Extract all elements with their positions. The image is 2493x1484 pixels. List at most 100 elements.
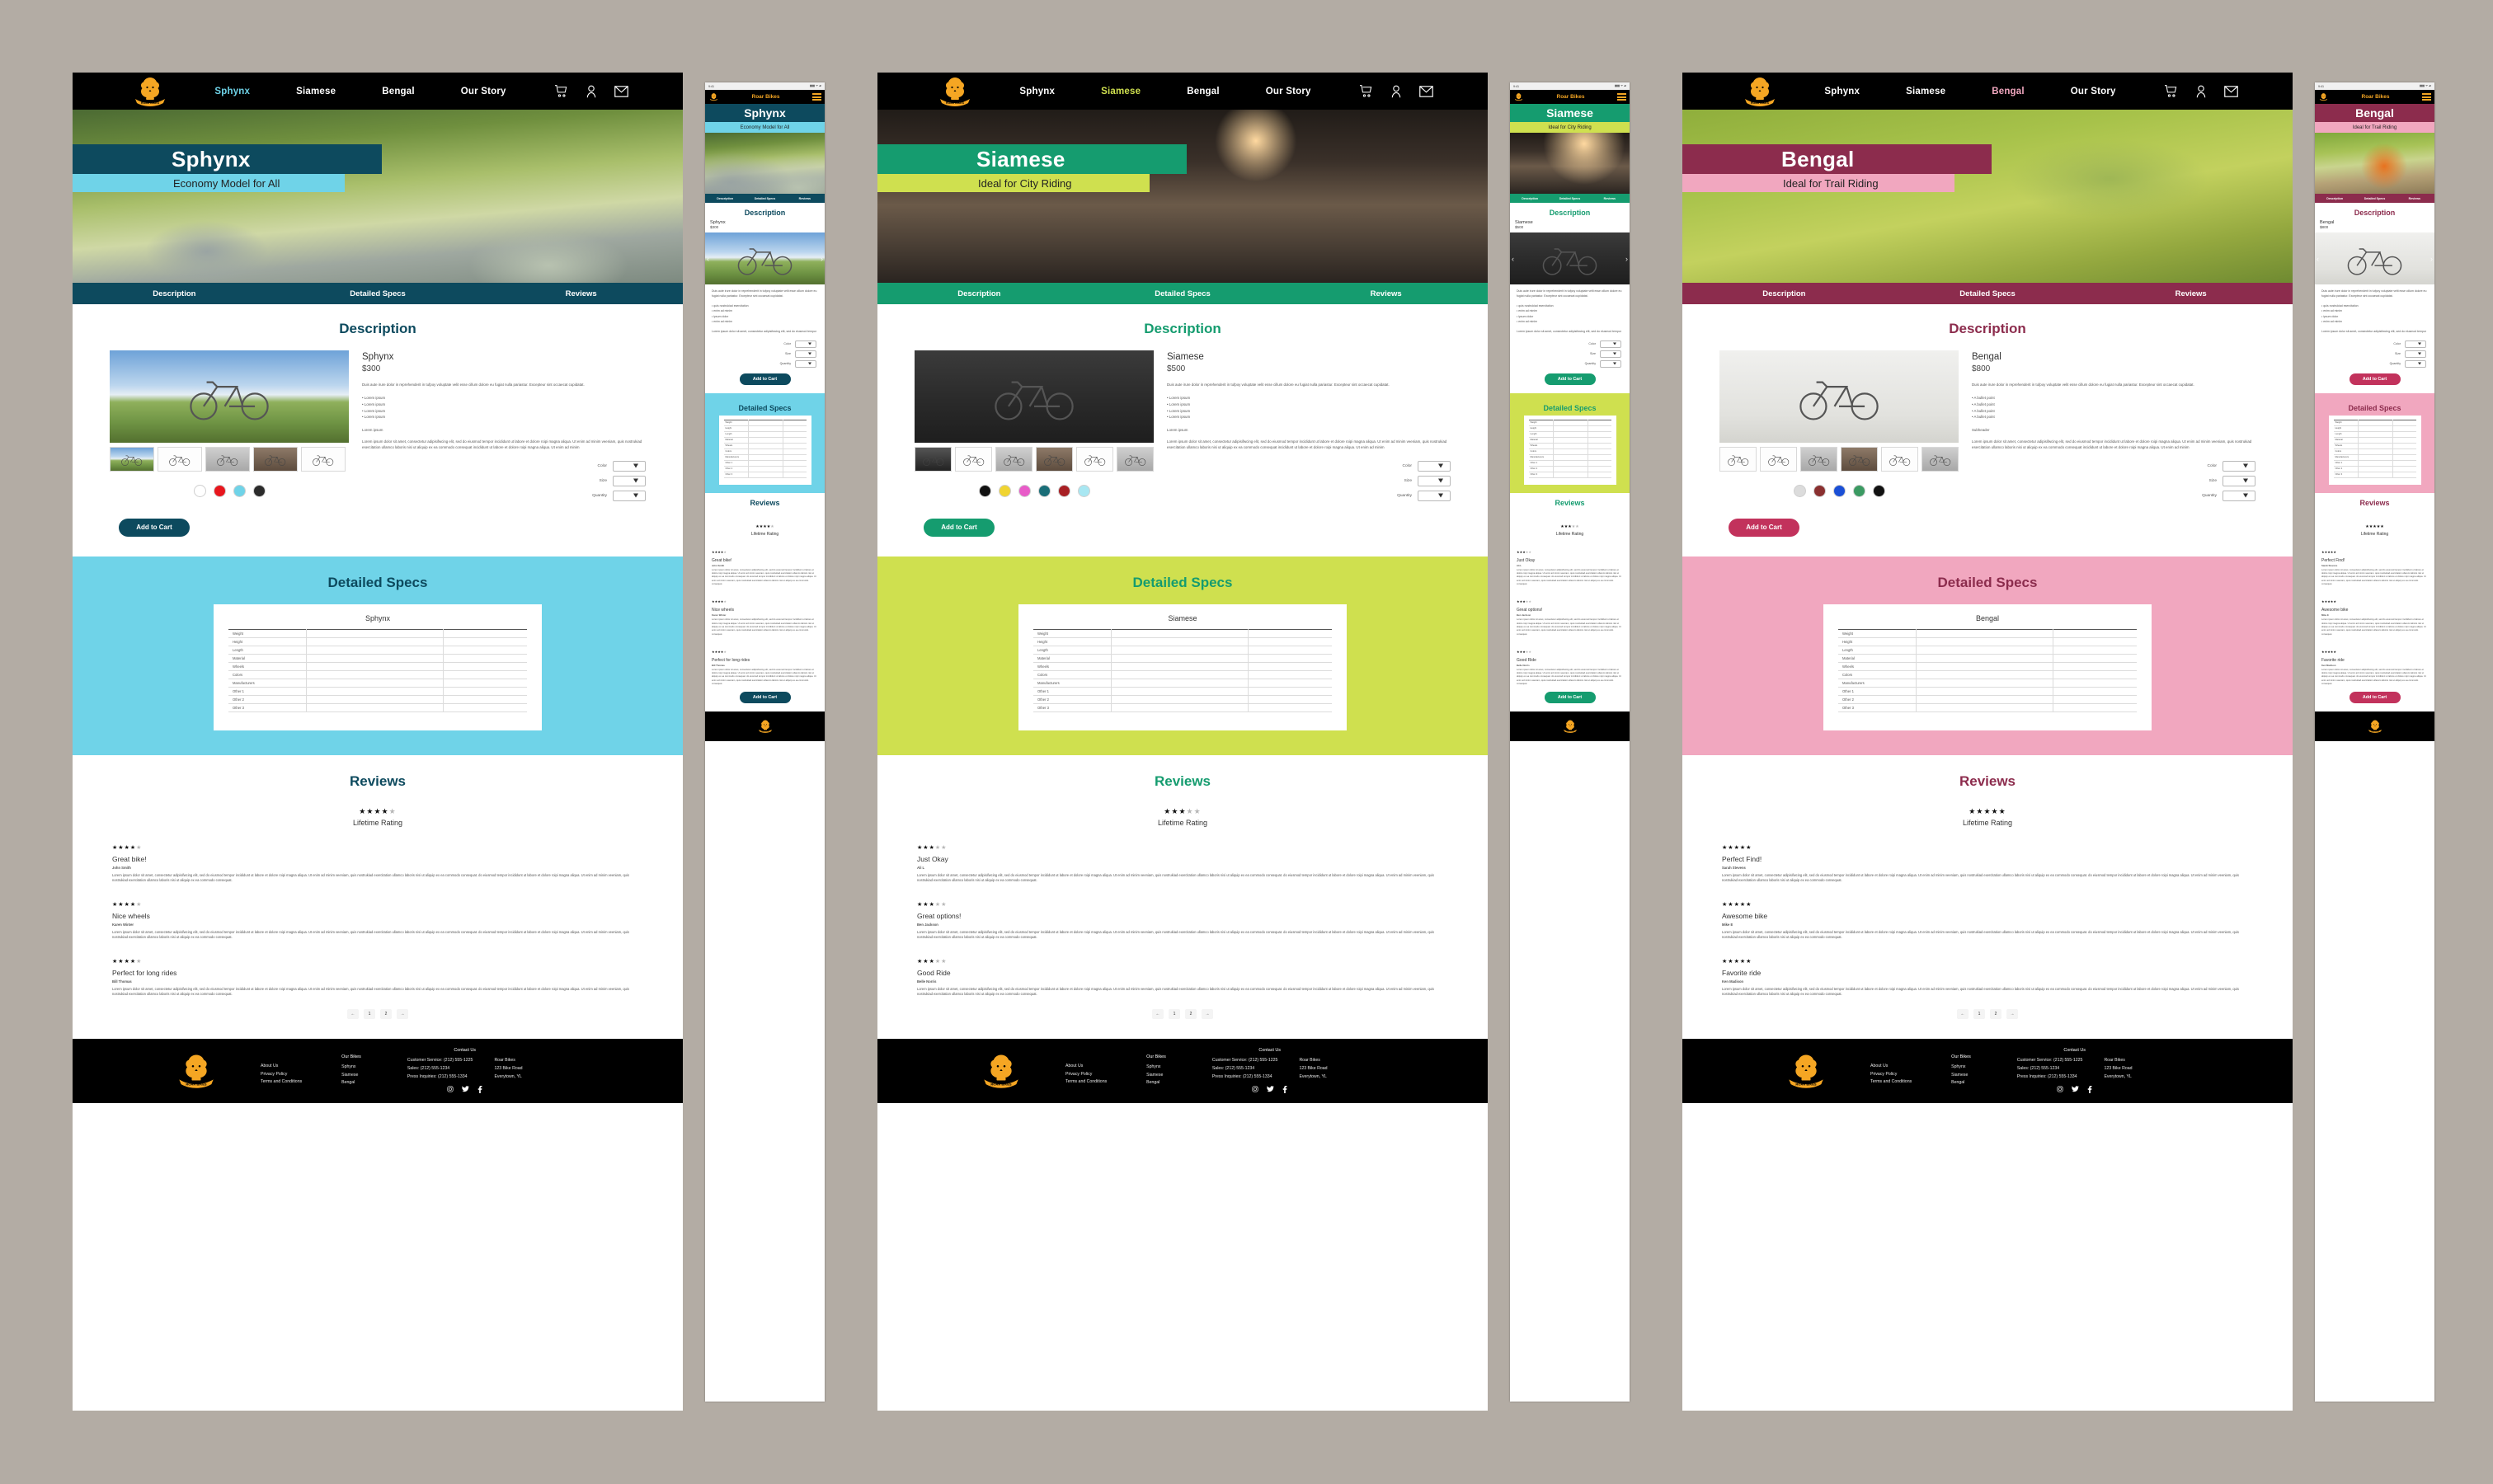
gallery-thumbnail[interactable] bbox=[1719, 447, 1757, 472]
nav-link-our-story[interactable]: Our Story bbox=[2048, 87, 2139, 96]
instagram-icon[interactable] bbox=[2057, 1086, 2063, 1092]
gallery-thumbnail[interactable] bbox=[915, 447, 952, 472]
color-swatch[interactable] bbox=[213, 485, 226, 497]
gallery-thumbnail[interactable] bbox=[158, 447, 202, 472]
nav-link-sphynx[interactable]: Sphynx bbox=[1801, 87, 1883, 96]
brand-logo[interactable]: ROAR BIKES bbox=[932, 75, 978, 108]
mobile-brand-logo[interactable]: ROAR BIKES bbox=[2318, 92, 2329, 102]
add-to-cart-button[interactable]: Add to Cart bbox=[119, 518, 190, 537]
mobile-tab-description[interactable]: Description bbox=[2315, 194, 2354, 203]
gallery-thumbnail[interactable] bbox=[1921, 447, 1959, 472]
color-swatch[interactable] bbox=[193, 485, 206, 497]
select-quantity[interactable] bbox=[613, 490, 646, 501]
nav-link-siamese[interactable]: Siamese bbox=[1078, 87, 1164, 96]
tab-detailed-specs[interactable]: Detailed Specs bbox=[1081, 283, 1285, 304]
color-swatch[interactable] bbox=[1852, 485, 1865, 497]
tab-description[interactable]: Description bbox=[73, 283, 276, 304]
select-quantity[interactable] bbox=[1600, 359, 1621, 368]
pager-button[interactable]: 1 bbox=[364, 1008, 375, 1019]
gallery-thumbnail[interactable] bbox=[1117, 447, 1154, 472]
twitter-icon[interactable] bbox=[1267, 1086, 1275, 1092]
pager-button[interactable]: 2 bbox=[380, 1008, 392, 1019]
pager-button[interactable]: 2 bbox=[1990, 1008, 2001, 1019]
mail-icon[interactable] bbox=[614, 85, 628, 97]
pager-button[interactable]: → bbox=[397, 1008, 408, 1019]
gallery-thumbnail[interactable] bbox=[301, 447, 346, 472]
select-quantity[interactable] bbox=[795, 359, 816, 368]
account-icon[interactable] bbox=[586, 85, 596, 98]
footer-link[interactable]: Privacy Policy bbox=[1065, 1071, 1107, 1079]
select-size[interactable] bbox=[1600, 350, 1621, 358]
gallery-thumbnail[interactable] bbox=[955, 447, 992, 472]
gallery-thumbnail[interactable] bbox=[1881, 447, 1918, 472]
mobile-tab-reviews[interactable]: Reviews bbox=[2395, 194, 2434, 203]
footer-logo[interactable]: ROAR BIKES bbox=[172, 1052, 221, 1090]
color-swatch[interactable] bbox=[1813, 485, 1826, 497]
add-to-cart-button[interactable]: Add to Cart bbox=[1729, 518, 1799, 537]
mobile-tab-detailed-specs[interactable]: Detailed Specs bbox=[1550, 194, 1589, 203]
brand-logo[interactable]: ROAR BIKES bbox=[127, 75, 173, 108]
footer-bike-link[interactable]: Sphynx bbox=[1146, 1064, 1166, 1072]
instagram-icon[interactable] bbox=[1252, 1086, 1258, 1092]
select-color[interactable] bbox=[2405, 340, 2426, 348]
add-to-cart-button[interactable]: Add to Cart bbox=[924, 518, 995, 537]
mobile-tab-reviews[interactable]: Reviews bbox=[785, 194, 825, 203]
mobile-brand-logo[interactable]: ROAR BIKES bbox=[708, 92, 719, 102]
mail-icon[interactable] bbox=[1418, 85, 1433, 97]
nav-link-bengal[interactable]: Bengal bbox=[359, 87, 438, 96]
select-size[interactable] bbox=[613, 475, 646, 486]
mail-icon[interactable] bbox=[2223, 85, 2238, 97]
footer-bike-link[interactable]: Bengal bbox=[1146, 1079, 1166, 1087]
carousel-prev-icon[interactable]: ‹ bbox=[2317, 255, 2319, 263]
color-swatch[interactable] bbox=[998, 485, 1011, 497]
cart-icon[interactable] bbox=[1359, 85, 1373, 97]
gallery-thumbnail[interactable] bbox=[205, 447, 250, 472]
gallery-thumbnail[interactable] bbox=[253, 447, 298, 472]
nav-link-sphynx[interactable]: Sphynx bbox=[191, 87, 273, 96]
gallery-thumbnail[interactable] bbox=[1076, 447, 1113, 472]
nav-link-our-story[interactable]: Our Story bbox=[438, 87, 529, 96]
mobile-add-to-cart-button-bottom[interactable]: Add to Cart bbox=[739, 692, 791, 704]
color-swatch[interactable] bbox=[978, 485, 991, 497]
nav-link-siamese[interactable]: Siamese bbox=[273, 87, 359, 96]
mobile-tab-reviews[interactable]: Reviews bbox=[1590, 194, 1630, 203]
color-swatch[interactable] bbox=[1018, 485, 1031, 497]
footer-bike-link[interactable]: Sphynx bbox=[1951, 1064, 1971, 1072]
gallery-main-image[interactable] bbox=[110, 350, 349, 443]
twitter-icon[interactable] bbox=[462, 1086, 470, 1092]
nav-link-our-story[interactable]: Our Story bbox=[1243, 87, 1334, 96]
color-swatch[interactable] bbox=[1832, 485, 1846, 497]
select-size[interactable] bbox=[2405, 350, 2426, 358]
tab-reviews[interactable]: Reviews bbox=[2089, 283, 2293, 304]
carousel-next-icon[interactable]: › bbox=[1625, 255, 1628, 263]
select-color[interactable] bbox=[795, 340, 816, 348]
hamburger-menu-icon[interactable] bbox=[2422, 93, 2431, 101]
carousel-prev-icon[interactable]: ‹ bbox=[1512, 255, 1514, 263]
footer-link[interactable]: About Us bbox=[1870, 1063, 1912, 1071]
tab-detailed-specs[interactable]: Detailed Specs bbox=[1886, 283, 2090, 304]
mobile-add-to-cart-button-bottom[interactable]: Add to Cart bbox=[2349, 692, 2401, 704]
cart-icon[interactable] bbox=[554, 85, 568, 97]
carousel-next-icon[interactable]: › bbox=[821, 255, 823, 263]
footer-link[interactable]: Privacy Policy bbox=[1870, 1071, 1912, 1079]
mobile-tab-detailed-specs[interactable]: Detailed Specs bbox=[745, 194, 784, 203]
footer-link[interactable]: About Us bbox=[261, 1063, 302, 1071]
select-color[interactable] bbox=[1418, 460, 1451, 472]
tab-reviews[interactable]: Reviews bbox=[1284, 283, 1488, 304]
color-swatch[interactable] bbox=[1872, 485, 1885, 497]
select-quantity[interactable] bbox=[2223, 490, 2255, 501]
mobile-brand-logo[interactable]: ROAR BIKES bbox=[1513, 92, 1524, 102]
pager-button[interactable]: 1 bbox=[1973, 1008, 1985, 1019]
color-swatch[interactable] bbox=[1037, 485, 1051, 497]
footer-link[interactable]: Privacy Policy bbox=[261, 1071, 302, 1079]
tab-detailed-specs[interactable]: Detailed Specs bbox=[276, 283, 480, 304]
mobile-image-carousel[interactable]: ‹ › bbox=[1510, 232, 1630, 284]
pager-button[interactable]: ← bbox=[347, 1008, 359, 1019]
nav-link-sphynx[interactable]: Sphynx bbox=[996, 87, 1078, 96]
mobile-add-to-cart-button-bottom[interactable]: Add to Cart bbox=[1544, 692, 1596, 704]
color-swatch[interactable] bbox=[233, 485, 246, 497]
color-swatch[interactable] bbox=[1793, 485, 1806, 497]
pager-button[interactable]: 1 bbox=[1169, 1008, 1180, 1019]
footer-logo[interactable]: ROAR BIKES bbox=[976, 1052, 1026, 1090]
select-color[interactable] bbox=[1600, 340, 1621, 348]
